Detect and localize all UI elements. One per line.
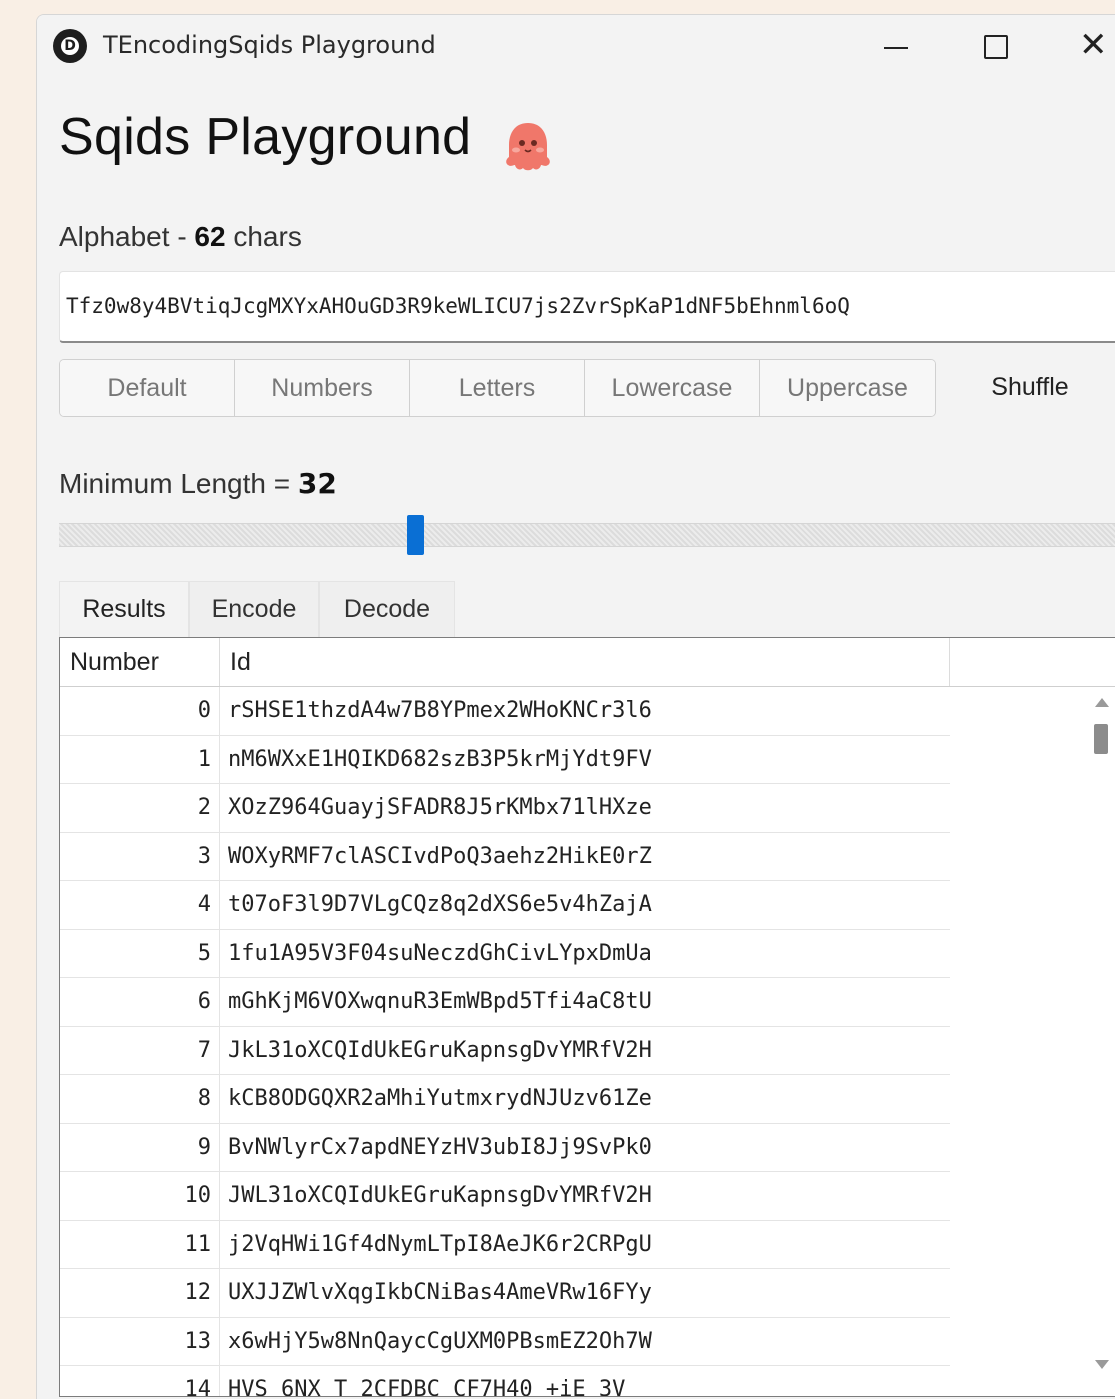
cell-number: 13 xyxy=(60,1317,220,1365)
close-button[interactable]: ✕ xyxy=(1075,25,1115,65)
default-button[interactable]: Default xyxy=(60,360,235,416)
cell-number: 6 xyxy=(60,978,220,1026)
alphabet-label-suffix: chars xyxy=(225,221,302,252)
alphabet-preset-group: Default Numbers Letters Lowercase Upperc… xyxy=(59,359,936,417)
vertical-scrollbar[interactable] xyxy=(1088,688,1114,1392)
app-logo-icon: D xyxy=(53,29,87,63)
alphabet-input[interactable]: Tfz0w8y4BVtiqJcgMXYxAHOuGD3R9keWLICU7js2… xyxy=(59,271,1115,343)
cell-number: 9 xyxy=(60,1123,220,1171)
cell-id: JkL31oXCQIdUkEGruKapnsgDvYMRfV2H xyxy=(228,1037,652,1063)
table-row[interactable]: 12 UXJJZWlvXqgIkbCNiBas4AmeVRw16FYy xyxy=(60,1269,950,1318)
cell-number: 5 xyxy=(60,929,220,977)
cell-id: kCB8ODGQXR2aMhiYutmxrydNJUzv61Ze xyxy=(228,1086,652,1111)
table-row[interactable]: 8 kCB8ODGQXR2aMhiYutmxrydNJUzv61Ze xyxy=(60,1075,950,1124)
table-row[interactable]: 7 JkL31oXCQIdUkEGruKapnsgDvYMRfV2H xyxy=(60,1026,950,1075)
alphabet-count: 62 xyxy=(194,221,226,252)
grid-rows: 0 rSHSE1thzdA4w7B8YPmex2WHoKNCr3l6 1 nM6WXx… xyxy=(60,687,950,1396)
scroll-thumb[interactable] xyxy=(1094,724,1108,754)
cell-number: 8 xyxy=(60,1075,220,1123)
tab-bar: Results Encode Decode xyxy=(59,581,455,637)
lowercase-button[interactable]: Lowercase xyxy=(585,360,760,416)
cell-number: 7 xyxy=(60,1026,220,1074)
min-length-slider-thumb[interactable] xyxy=(406,515,424,555)
cell-id: mGhKjM6VOXwqnuR3EmWBpd5Tfi4aC8tU xyxy=(228,989,652,1014)
tab-results[interactable]: Results xyxy=(59,581,189,637)
scroll-up-arrow-icon[interactable] xyxy=(1095,698,1109,707)
scroll-down-arrow-icon[interactable] xyxy=(1095,1360,1109,1369)
letters-button[interactable]: Letters xyxy=(410,360,585,416)
table-row[interactable]: 6 mGhKjM6VOXwqnuR3EmWBpd5Tfi4aC8tU xyxy=(60,978,950,1027)
title-bar: D TEncodingSqids Playground ✕ xyxy=(37,15,1115,79)
table-row[interactable]: 3 WOXyRMF7clASCIvdPoQ3aehz2HikE0rZ xyxy=(60,832,950,881)
grid-header: Number Id xyxy=(60,638,1115,687)
cell-id: JWL31oXCQIdUkEGruKapnsgDvYMRfV2H xyxy=(228,1183,652,1208)
cell-id: BvNWlyrCx7apdNEYzHV3ubI8Jj9SvPk0 xyxy=(228,1134,652,1160)
min-length-label-prefix: Minimum Length = xyxy=(59,468,298,499)
alphabet-label-prefix: Alphabet - xyxy=(59,221,195,252)
cell-number: 4 xyxy=(60,881,220,929)
min-length-label: Minimum Length = 32 xyxy=(59,467,337,500)
close-icon: ✕ xyxy=(1079,25,1108,65)
minimize-button[interactable] xyxy=(875,29,915,65)
cell-id: x6wHjY5w8NnQaycCgUXM0PBsmEZ2Oh7W xyxy=(228,1328,652,1354)
page-title: Sqids Playground xyxy=(59,108,472,166)
cell-id: XOzZ964GuayjSFADR8J5rKMbx71lHXze xyxy=(228,795,652,820)
window-title: TEncodingSqids Playground xyxy=(103,31,436,59)
min-length-value: 32 xyxy=(297,467,337,500)
table-row[interactable]: 14 HVS 6NX T 2CFDBC CF7H40 +iE 3V xyxy=(60,1366,950,1396)
table-row[interactable]: 5 1fu1A95V3F04suNeczdGhCivLYpxDmUa xyxy=(60,929,950,978)
cell-id: nM6WXxE1HQIKD682szB3P5krMjYdt9FV xyxy=(228,746,652,772)
cell-id: WOXyRMF7clASCIvdPoQ3aehz2HikE0rZ xyxy=(228,843,652,869)
shuffle-button[interactable]: Shuffle xyxy=(955,359,1105,415)
table-row[interactable]: 1 nM6WXxE1HQIKD682szB3P5krMjYdt9FV xyxy=(60,735,950,784)
cell-id: UXJJZWlvXqgIkbCNiBas4AmeVRw16FYy xyxy=(228,1280,652,1305)
cell-number: 14 xyxy=(60,1366,220,1396)
table-row[interactable]: 10 JWL31oXCQIdUkEGruKapnsgDvYMRfV2H xyxy=(60,1172,950,1221)
cell-id: j2VqHWi1Gf4dNymLTpI8AeJK6r2CRPgU xyxy=(228,1231,652,1257)
minimize-icon xyxy=(884,47,908,49)
app-window: D TEncodingSqids Playground ✕ Sqids Play… xyxy=(36,14,1115,1399)
tab-encode[interactable]: Encode xyxy=(189,581,319,637)
cell-number: 11 xyxy=(60,1220,220,1268)
results-grid: Number Id 0 rSHSE1thzdA4w7B8YPmex2WHoKNCr… xyxy=(59,637,1115,1397)
table-row[interactable]: 2 XOzZ964GuayjSFADR8J5rKMbx71lHXze xyxy=(60,784,950,833)
cell-number: 2 xyxy=(60,784,220,832)
table-row[interactable]: 0 rSHSE1thzdA4w7B8YPmex2WHoKNCr3l6 xyxy=(60,687,950,736)
table-row[interactable]: 4 t07oF3l9D7VLgCQz8q2dXS6e5v4hZajA xyxy=(60,881,950,930)
table-row[interactable]: 11 j2VqHWi1Gf4dNymLTpI8AeJK6r2CRPgU xyxy=(60,1220,950,1269)
maximize-button[interactable] xyxy=(975,29,1015,65)
cell-id: 1fu1A95V3F04suNeczdGhCivLYpxDmUa xyxy=(228,940,652,966)
cell-id: HVS 6NX T 2CFDBC CF7H40 +iE 3V xyxy=(228,1377,626,1397)
uppercase-button[interactable]: Uppercase xyxy=(760,360,935,416)
cell-number: 1 xyxy=(60,735,220,783)
column-header-id[interactable]: Id xyxy=(220,638,950,686)
cell-number: 0 xyxy=(60,687,220,735)
tab-decode[interactable]: Decode xyxy=(319,581,455,637)
cell-number: 3 xyxy=(60,832,220,880)
cell-number: 10 xyxy=(60,1172,220,1220)
table-row[interactable]: 9 BvNWlyrCx7apdNEYzHV3ubI8Jj9SvPk0 xyxy=(60,1123,950,1172)
cell-id: rSHSE1thzdA4w7B8YPmex2WHoKNCr3l6 xyxy=(228,698,652,723)
table-row[interactable]: 13 x6wHjY5w8NnQaycCgUXM0PBsmEZ2Oh7W xyxy=(60,1317,950,1366)
maximize-icon xyxy=(984,35,1008,59)
cell-number: 12 xyxy=(60,1269,220,1317)
column-header-number[interactable]: Number xyxy=(60,638,220,686)
ghost-emoji-icon xyxy=(506,123,550,171)
cell-id: t07oF3l9D7VLgCQz8q2dXS6e5v4hZajA xyxy=(228,892,652,917)
numbers-button[interactable]: Numbers xyxy=(235,360,410,416)
min-length-slider-track[interactable] xyxy=(59,523,1115,547)
alphabet-label: Alphabet - 62 chars xyxy=(59,221,302,253)
